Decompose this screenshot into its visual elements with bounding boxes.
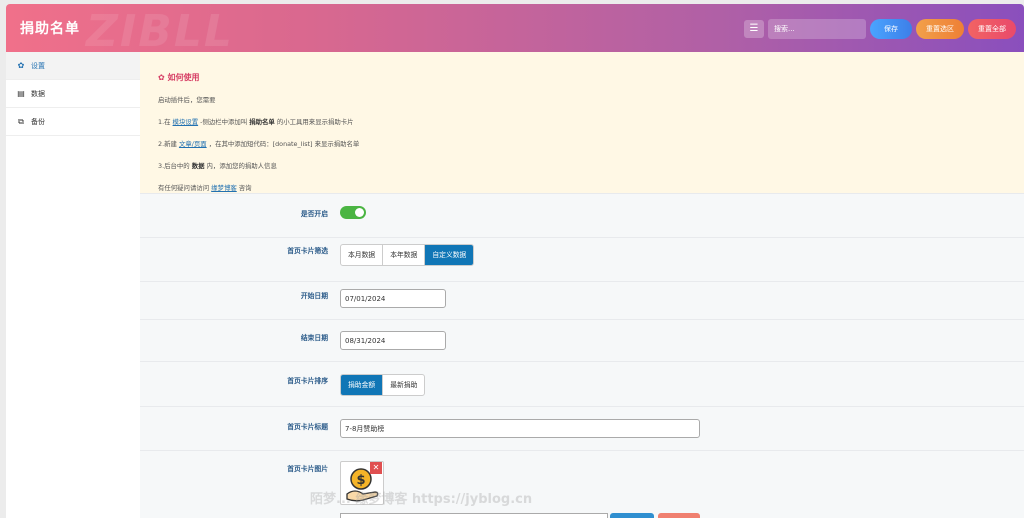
- start-date-label: 开始日期: [300, 292, 328, 300]
- card-title-label: 首页卡片标题: [287, 423, 328, 431]
- help-icon: ✿: [158, 73, 168, 82]
- usage-notice: ✿ 如何使用 启动插件后，您需要 1.在 模块设置 -侧边栏中添加叫 捐助名单 …: [140, 52, 1024, 193]
- card-filter-option-year[interactable]: 本年数据: [383, 245, 426, 265]
- card-filter-label: 首页卡片筛选: [287, 247, 328, 255]
- sidebar-item-label: 设置: [31, 61, 45, 70]
- sidebar: ✿ 设置 ▤ 数据 ⧉ 备份: [6, 52, 140, 518]
- gear-icon: ✿: [17, 60, 25, 70]
- card-sort-label: 首页卡片排序: [287, 377, 328, 385]
- end-date-input[interactable]: [340, 331, 446, 350]
- svg-text:$: $: [356, 473, 365, 488]
- sidebar-item-data[interactable]: ▤ 数据: [6, 80, 140, 108]
- remove-image-icon[interactable]: ✕: [370, 462, 382, 474]
- notice-intro: 启动插件后，您需要: [158, 96, 216, 104]
- page-title: 捐助名单: [20, 21, 80, 37]
- watermark: 陌梦... 缘梦博客 https://jyblog.cn: [310, 492, 533, 507]
- row-card-title: 首页卡片标题: [140, 406, 1024, 450]
- enabled-toggle[interactable]: [340, 206, 366, 219]
- row-card-image: 首页卡片图片 $ ✕: [140, 450, 1024, 518]
- enabled-label: 是否开启: [300, 210, 328, 218]
- copy-icon: ⧉: [18, 116, 24, 126]
- sidebar-item-settings[interactable]: ✿ 设置: [6, 52, 140, 80]
- list-icon[interactable]: ☰: [744, 20, 764, 38]
- table-icon: ▤: [17, 88, 25, 98]
- card-image-label: 首页卡片图片: [287, 465, 328, 473]
- page: ZIBLL 捐助名单 ☰ 保存 重置选区 重置全部 ✿ 设置 ▤ 数据 ⧉ 备份…: [0, 0, 1024, 518]
- reset-section-button[interactable]: 重置选区: [916, 19, 964, 39]
- end-date-label: 结束日期: [300, 334, 328, 342]
- upload-button[interactable]: [610, 513, 654, 518]
- row-end-date: 结束日期: [140, 319, 1024, 361]
- card-filter-group: 本月数据 本年数据 自定义数据: [340, 244, 475, 266]
- main-content: ✿ 如何使用 启动插件后，您需要 1.在 模块设置 -侧边栏中添加叫 捐助名单 …: [140, 52, 1024, 518]
- sidebar-item-label: 备份: [31, 117, 45, 126]
- sidebar-item-backup[interactable]: ⧉ 备份: [6, 108, 140, 136]
- search-input[interactable]: [768, 19, 866, 39]
- row-card-filter: 首页卡片筛选 本月数据 本年数据 自定义数据: [140, 237, 1024, 281]
- notice-contact: 有任何疑问请访问 缘梦博客 咨询: [158, 184, 252, 192]
- reset-all-button[interactable]: 重置全部: [968, 19, 1016, 39]
- post-page-link[interactable]: 文章/页面: [179, 140, 207, 148]
- card-sort-option-latest[interactable]: 最新捐助: [383, 375, 424, 395]
- card-title-input[interactable]: [340, 419, 700, 438]
- header-bar: ZIBLL 捐助名单 ☰ 保存 重置选区 重置全部: [6, 4, 1024, 52]
- row-enabled: 是否开启: [140, 193, 1024, 237]
- sidebar-item-label: 数据: [31, 89, 45, 98]
- save-button[interactable]: 保存: [870, 19, 912, 39]
- start-date-input[interactable]: [340, 289, 446, 308]
- card-filter-option-month[interactable]: 本月数据: [341, 245, 384, 265]
- row-card-sort: 首页卡片排序 捐助金额 最新捐助: [140, 361, 1024, 406]
- notice-step-1: 1.在 模块设置 -侧边栏中添加叫 捐助名单 的小工具用来显示捐助卡片: [158, 118, 354, 126]
- notice-title: ✿ 如何使用: [158, 73, 200, 82]
- brand-watermark: ZIBLL: [86, 6, 234, 52]
- remove-button[interactable]: [658, 513, 700, 518]
- card-filter-option-custom[interactable]: 自定义数据: [425, 245, 474, 265]
- notice-step-3: 3.后台中的 数据 内，添加您的捐助人信息: [158, 162, 277, 170]
- row-start-date: 开始日期: [140, 281, 1024, 319]
- module-settings-link[interactable]: 模块设置: [173, 118, 199, 126]
- image-url-input[interactable]: [340, 513, 608, 518]
- blog-link[interactable]: 缘梦博客: [211, 184, 237, 192]
- card-sort-option-amount[interactable]: 捐助金额: [341, 375, 384, 395]
- card-sort-group: 捐助金额 最新捐助: [340, 374, 426, 396]
- notice-step-2: 2.新建 文章/页面 ，在其中添加短代码：[donate_list] 来显示捐助…: [158, 140, 360, 148]
